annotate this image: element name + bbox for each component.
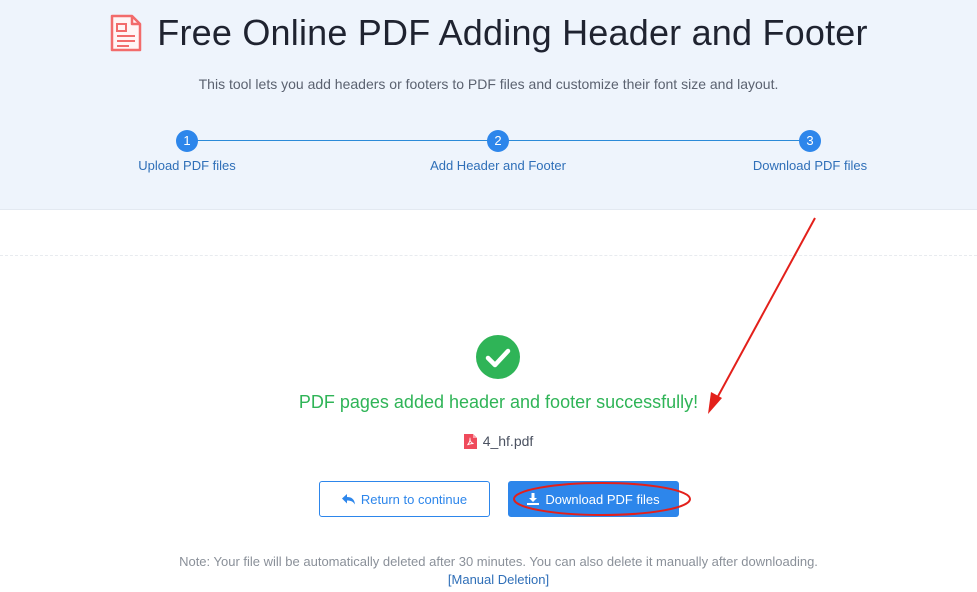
step-number: 2 (487, 130, 509, 152)
success-message: PDF pages added header and footer succes… (298, 392, 699, 412)
hero-section: Free Online PDF Adding Header and Footer… (0, 0, 977, 210)
download-icon (527, 493, 540, 505)
step-download: 3 Download PDF files (710, 130, 910, 173)
annotation-arrow-line (715, 217, 816, 401)
step-number: 1 (176, 130, 198, 152)
page-title: Free Online PDF Adding Header and Footer (157, 12, 868, 53)
step-number: 3 (799, 130, 821, 152)
pdf-file-icon (463, 433, 477, 449)
pdf-document-icon (111, 14, 142, 52)
page-subtitle: This tool lets you add headers or footer… (198, 76, 779, 92)
step-add-header-footer: 2 Add Header and Footer (398, 130, 598, 173)
manual-deletion-link[interactable]: [Manual Deletion] (0, 572, 977, 587)
return-arrow-icon (341, 493, 355, 504)
step-label: Download PDF files (752, 158, 868, 173)
file-name[interactable]: 4_hf.pdf (483, 433, 534, 449)
deletion-note: Note: Your file will be automatically de… (179, 554, 818, 569)
page: Free Online PDF Adding Header and Footer… (0, 0, 977, 592)
download-pdf-button[interactable]: Download PDF files (508, 481, 679, 517)
progress-steps: 1 Upload PDF files 2 Add Header and Foot… (0, 130, 977, 180)
step-upload: 1 Upload PDF files (87, 130, 287, 173)
download-button-label: Download PDF files (545, 491, 660, 507)
step-label: Add Header and Footer (430, 158, 566, 173)
title-row: Free Online PDF Adding Header and Footer (0, 8, 977, 58)
step-label: Upload PDF files (138, 158, 236, 173)
return-to-continue-button[interactable]: Return to continue (319, 481, 490, 517)
return-button-label: Return to continue (360, 491, 468, 507)
section-divider (0, 255, 977, 256)
check-circle-icon (476, 335, 520, 379)
result-file: 4_hf.pdf (0, 433, 977, 449)
